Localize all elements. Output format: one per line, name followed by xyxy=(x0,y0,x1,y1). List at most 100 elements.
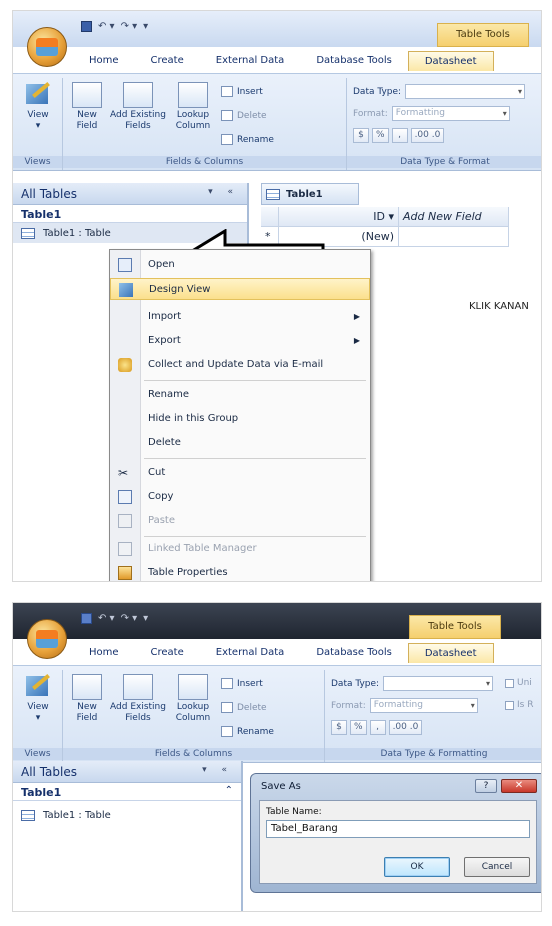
menu-item-table-properties[interactable]: Table Properties xyxy=(110,562,370,581)
save-icon[interactable] xyxy=(81,613,92,624)
save-icon[interactable] xyxy=(81,21,92,32)
delete-button[interactable]: Delete xyxy=(221,702,267,713)
customize-qat-icon[interactable]: ▾ xyxy=(143,21,148,32)
menu-item-rename[interactable]: Rename xyxy=(110,384,370,406)
view-button[interactable]: View ▾ xyxy=(21,82,55,132)
nav-pane-header[interactable]: All Tables ▾ « xyxy=(13,761,241,783)
format-dropdown[interactable]: Formatting xyxy=(369,698,478,713)
nav-pane-header[interactable]: All Tables ▾ « xyxy=(13,183,247,205)
menu-label-import: Import xyxy=(148,311,182,322)
menu-item-import[interactable]: Import ▶ xyxy=(110,306,370,328)
required-checkbox[interactable]: Is R xyxy=(505,700,533,710)
insert-label: Insert xyxy=(237,86,263,97)
column-header-add-new-field[interactable]: Add New Field xyxy=(399,207,509,227)
menu-item-design-view[interactable]: Design View xyxy=(110,278,370,300)
format-label: Format: xyxy=(353,108,388,119)
decimal-buttons[interactable]: .00 .0 xyxy=(410,128,445,143)
data-type-dropdown[interactable] xyxy=(383,676,494,691)
group-fields-columns: New Field Add Existing Fields Lookup Col… xyxy=(63,670,325,762)
document-tab-table1[interactable]: Table1 xyxy=(261,183,359,205)
menu-item-hide-in-group[interactable]: Hide in this Group xyxy=(110,408,370,430)
menu-item-paste[interactable]: Paste xyxy=(110,510,370,532)
rename-icon xyxy=(221,726,233,737)
add-existing-fields-label: Add Existing Fields xyxy=(110,702,166,723)
nav-pane-controls[interactable]: ▾ « xyxy=(202,765,233,775)
office-button[interactable] xyxy=(27,27,67,67)
tab-home[interactable]: Home xyxy=(73,643,135,663)
help-button[interactable]: ? xyxy=(475,779,497,793)
menu-item-linked-table-manager[interactable]: Linked Table Manager xyxy=(110,538,370,560)
office-logo-icon xyxy=(36,38,58,56)
data-type-dropdown[interactable] xyxy=(405,84,526,99)
menu-item-export[interactable]: Export ▶ xyxy=(110,330,370,352)
tab-datasheet[interactable]: Datasheet xyxy=(407,51,494,71)
office-button[interactable] xyxy=(27,619,67,659)
view-label: View xyxy=(27,110,49,120)
menu-item-delete[interactable]: Delete xyxy=(110,432,370,454)
nav-group-table1[interactable]: Table1 ⌃ xyxy=(13,783,241,801)
new-row-add-cell[interactable] xyxy=(399,227,509,247)
close-button[interactable]: ✕ xyxy=(501,779,537,793)
insert-button[interactable]: Insert xyxy=(221,678,263,689)
nav-item-label: Table1 : Table xyxy=(43,809,111,821)
rename-button[interactable]: Rename xyxy=(221,726,274,737)
ok-button[interactable]: OK xyxy=(384,857,450,877)
select-all-cell[interactable] xyxy=(261,207,279,227)
tab-external-data[interactable]: External Data xyxy=(200,51,301,71)
dialog-title-bar: Save As ? ✕ xyxy=(255,778,541,798)
comma-button[interactable]: , xyxy=(369,720,386,735)
menu-item-cut[interactable]: ✂ Cut xyxy=(110,462,370,484)
percent-button[interactable]: % xyxy=(350,720,367,735)
comma-button[interactable]: , xyxy=(391,128,408,143)
nav-group-table1[interactable]: Table1 xyxy=(13,205,247,223)
paste-icon xyxy=(118,514,132,528)
tab-external-data[interactable]: External Data xyxy=(200,643,301,663)
redo-icon[interactable]: ↷ ▾ xyxy=(121,613,138,624)
collapse-chevron-icon[interactable]: ⌃ xyxy=(225,785,233,796)
redo-icon[interactable]: ↷ ▾ xyxy=(121,21,138,32)
insert-icon xyxy=(221,86,233,97)
nav-item-label: Table1 : Table xyxy=(43,227,111,239)
context-menu: Open Design View Import ▶ Export ▶ Collect… xyxy=(109,249,371,581)
nav-item-table1[interactable]: Table1 : Table xyxy=(13,805,241,825)
add-existing-fields-button[interactable]: Add Existing Fields xyxy=(107,674,169,724)
customize-qat-icon[interactable]: ▾ xyxy=(143,613,148,624)
lookup-column-button[interactable]: Lookup Column xyxy=(171,674,215,724)
unique-checkbox[interactable]: Uni xyxy=(505,678,532,688)
currency-button[interactable]: $ xyxy=(353,128,369,143)
lookup-column-button[interactable]: Lookup Column xyxy=(171,82,215,132)
cancel-button[interactable]: Cancel xyxy=(464,857,530,877)
tab-datasheet[interactable]: Datasheet xyxy=(407,643,494,663)
tab-database-tools[interactable]: Database Tools xyxy=(300,51,408,71)
new-field-button[interactable]: New Field xyxy=(69,674,105,724)
collect-data-icon xyxy=(118,358,132,372)
decimal-buttons[interactable]: .00 .0 xyxy=(388,720,423,735)
add-existing-fields-button[interactable]: Add Existing Fields xyxy=(107,82,169,132)
rename-label: Rename xyxy=(237,134,274,145)
view-button[interactable]: View ▾ xyxy=(21,674,55,724)
delete-button[interactable]: Delete xyxy=(221,110,267,121)
tab-home[interactable]: Home xyxy=(73,51,135,71)
number-format-buttons: $ % , .00 .0 xyxy=(353,128,445,143)
insert-button[interactable]: Insert xyxy=(221,86,263,97)
menu-item-open[interactable]: Open xyxy=(110,254,370,276)
tab-create[interactable]: Create xyxy=(135,51,200,71)
currency-button[interactable]: $ xyxy=(331,720,347,735)
undo-icon[interactable]: ↶ ▾ xyxy=(98,613,115,624)
rename-button[interactable]: Rename xyxy=(221,134,274,145)
menu-item-collect-data[interactable]: Collect and Update Data via E-mail xyxy=(110,354,370,376)
percent-button[interactable]: % xyxy=(372,128,389,143)
title-bar: ↶ ▾ ↷ ▾ ▾ Table Tools xyxy=(13,11,541,47)
new-field-label: New Field xyxy=(76,110,98,131)
nav-header-label: All Tables xyxy=(21,187,77,201)
tab-create[interactable]: Create xyxy=(135,643,200,663)
menu-item-copy[interactable]: Copy xyxy=(110,486,370,508)
tab-database-tools[interactable]: Database Tools xyxy=(300,643,408,663)
undo-icon[interactable]: ↶ ▾ xyxy=(98,21,115,32)
table-name-input[interactable]: Tabel_Barang xyxy=(266,820,530,838)
format-dropdown[interactable]: Formatting xyxy=(391,106,510,121)
new-field-button[interactable]: New Field xyxy=(69,82,105,132)
nav-pane-controls[interactable]: ▾ « xyxy=(208,187,239,197)
quick-access-toolbar: ↶ ▾ ↷ ▾ ▾ xyxy=(81,21,148,32)
column-header-id[interactable]: ID ▾ xyxy=(279,207,399,227)
